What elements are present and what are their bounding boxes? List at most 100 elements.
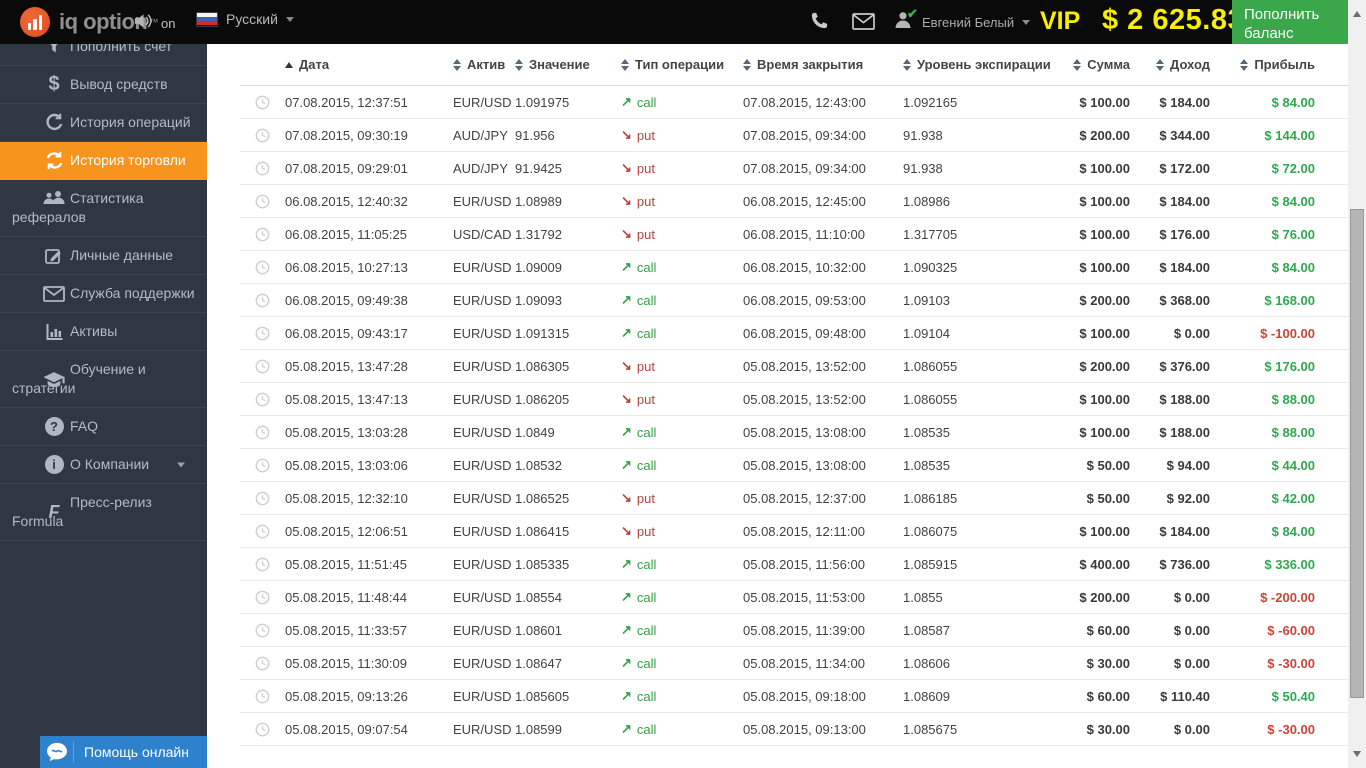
table-row: 05.08.2015, 13:47:13 EUR/USD 1.086205 ↘ put 0…: [240, 383, 1348, 416]
cell-operation-type: ↘ put: [621, 127, 743, 143]
cell-value: 1.0849: [515, 424, 555, 440]
assets-chart-icon: [42, 321, 66, 343]
column-header-type[interactable]: Тип операции: [621, 57, 743, 72]
sidebar-item-operations-history[interactable]: История операций: [0, 104, 207, 142]
sort-both-icon: [1073, 58, 1082, 71]
put-arrow-icon: ↘: [621, 127, 632, 142]
operation-label: call: [636, 622, 657, 638]
cell-close-time: 05.08.2015, 13:52:00: [743, 358, 866, 374]
clock-icon: [240, 524, 285, 539]
sidebar-item-withdraw-dollar[interactable]: $ Вывод средств: [0, 66, 207, 104]
cell-operation-type: ↘ put: [621, 523, 743, 539]
cell-amount: $ 60.00: [1086, 688, 1130, 704]
sidebar-item-referral-stats[interactable]: Статистика рефералов: [0, 180, 207, 237]
cell-income: $ 0.00: [1173, 325, 1210, 341]
cell-expiration-level: 1.317705: [903, 226, 958, 242]
deposit-button-line1: Пополнить: [1244, 5, 1320, 23]
column-header-close[interactable]: Время закрытия: [743, 57, 903, 72]
column-label: Значение: [529, 57, 590, 72]
cell-date: 05.08.2015, 11:33:57: [285, 622, 407, 638]
username-dropdown[interactable]: Евгений Белый: [922, 15, 1031, 30]
column-header-asset[interactable]: Актив: [453, 57, 515, 72]
cell-amount: $ 100.00: [1079, 226, 1130, 242]
cell-income: $ 184.00: [1159, 259, 1210, 275]
table-row: 05.08.2015, 09:07:54 EUR/USD 1.08599 ↗ call 0…: [240, 713, 1348, 746]
cell-income: $ 184.00: [1159, 523, 1210, 539]
cell-profit: $ 88.00: [1271, 424, 1315, 440]
clock-icon: [240, 227, 285, 242]
phone-icon[interactable]: [810, 11, 829, 35]
cell-income: $ 184.00: [1159, 94, 1210, 110]
deposit-button-line2: баланс: [1244, 24, 1294, 42]
cell-asset: EUR/USD: [453, 292, 512, 308]
cell-expiration-level: 1.08535: [903, 424, 950, 440]
sidebar-item-label: Служба поддержки: [70, 285, 195, 301]
sidebar-item-personal-data[interactable]: Личные данные: [0, 237, 207, 275]
cell-date: 06.08.2015, 11:05:25: [285, 226, 407, 242]
sidebar-item-trade-history[interactable]: История торговли: [0, 142, 207, 180]
deposit-balance-button[interactable]: Пополнить баланс: [1232, 0, 1348, 44]
mail-icon[interactable]: [852, 13, 875, 35]
cell-income: $ 0.00: [1173, 721, 1210, 737]
cell-close-time: 05.08.2015, 11:34:00: [743, 655, 865, 671]
cell-date: 05.08.2015, 13:47:28: [285, 358, 408, 374]
cell-amount: $ 200.00: [1079, 358, 1130, 374]
cell-income: $ 0.00: [1173, 622, 1210, 638]
call-arrow-icon: ↗: [621, 622, 632, 637]
cell-expiration-level: 1.08609: [903, 688, 950, 704]
cell-income: $ 92.00: [1166, 490, 1210, 506]
withdraw-dollar-icon: $: [48, 73, 60, 95]
sidebar-item-label: О Компании: [70, 456, 150, 472]
column-header-income[interactable]: Доход: [1138, 57, 1218, 72]
cell-profit: $ 144.00: [1264, 127, 1315, 143]
scroll-down-arrow[interactable]: [1348, 746, 1366, 762]
user-menu[interactable]: ✔: [893, 6, 918, 30]
sidebar-item-education[interactable]: Обучение и стратегии: [0, 351, 207, 408]
language-selector[interactable]: Русский: [196, 11, 294, 27]
cell-profit: $ -30.00: [1267, 655, 1315, 671]
sidebar-item-about-info[interactable]: iО Компании: [0, 446, 207, 484]
sidebar-item-deposit[interactable]: Пополнить счет: [0, 44, 207, 66]
cell-value: 1.085605: [515, 688, 570, 704]
table-body: 07.08.2015, 12:37:51 EUR/USD 1.091975 ↗ call…: [240, 86, 1348, 746]
call-arrow-icon: ↗: [621, 688, 632, 703]
scroll-up-arrow[interactable]: [1348, 6, 1366, 22]
operation-label: put: [636, 160, 655, 176]
cell-operation-type: ↗ call: [621, 259, 743, 275]
sidebar-item-assets-chart[interactable]: Активы: [0, 313, 207, 351]
cell-value: 1.08989: [515, 193, 562, 209]
chevron-down-icon: [285, 16, 294, 22]
put-arrow-icon: ↘: [621, 490, 632, 505]
sort-both-icon: [1240, 58, 1249, 71]
column-header-expiry[interactable]: Уровень экспирации: [903, 57, 1061, 72]
cell-operation-type: ↗ call: [621, 325, 743, 341]
column-label: Дата: [299, 57, 330, 72]
column-header-amount[interactable]: Сумма: [1061, 57, 1138, 72]
table-row: 05.08.2015, 11:33:57 EUR/USD 1.08601 ↗ call 0…: [240, 614, 1348, 647]
operation-label: call: [636, 655, 657, 671]
table-row: 07.08.2015, 12:37:51 EUR/USD 1.091975 ↗ call…: [240, 86, 1348, 119]
online-help-button[interactable]: Помощь онлайн: [40, 736, 207, 768]
scrollbar-thumb[interactable]: [1350, 209, 1364, 698]
column-header-date[interactable]: Дата: [285, 57, 453, 72]
clock-icon: [240, 722, 285, 737]
column-header-value[interactable]: Значение: [515, 57, 621, 72]
cell-amount: $ 30.00: [1086, 721, 1130, 737]
speaker-icon: [133, 12, 154, 35]
sound-toggle[interactable]: on: [133, 12, 175, 35]
cell-amount: $ 100.00: [1079, 325, 1130, 341]
cell-profit: $ 84.00: [1271, 523, 1315, 539]
cell-amount: $ 50.00: [1086, 490, 1130, 506]
sidebar-item-faq[interactable]: ? FAQ: [0, 408, 207, 446]
column-header-profit[interactable]: Прибыль: [1218, 57, 1348, 72]
operation-label: put: [636, 358, 655, 374]
cell-operation-type: ↗ call: [621, 424, 743, 440]
sidebar-item-support-mail[interactable]: Служба поддержки: [0, 275, 207, 313]
cell-income: $ 0.00: [1173, 589, 1210, 605]
sidebar-item-formula-press[interactable]: F Пресс-релиз Formula: [0, 484, 207, 541]
table-row: 07.08.2015, 09:29:01 AUD/JPY 91.9425 ↘ put 07…: [240, 152, 1348, 185]
operation-label: call: [636, 424, 657, 440]
vertical-scrollbar[interactable]: [1348, 0, 1366, 768]
clock-icon: [240, 128, 285, 143]
russian-flag-icon: [196, 11, 218, 27]
